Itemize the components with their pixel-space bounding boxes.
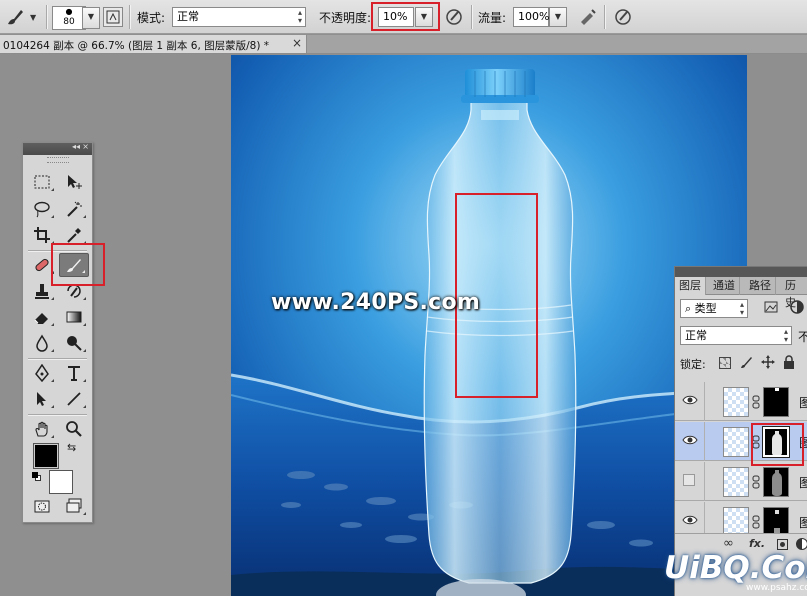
collapse-icon[interactable]: ◂◂	[72, 142, 80, 151]
close-icon[interactable]: ×	[82, 142, 89, 151]
foreground-color-swatch[interactable]	[33, 443, 59, 469]
link-icon[interactable]	[752, 395, 760, 409]
line-tool[interactable]	[59, 387, 89, 411]
uibq-logo-text: UiBQ.CoM	[664, 550, 807, 586]
background-color-swatch[interactable]	[49, 470, 73, 494]
lock-label: 锁定:	[680, 358, 706, 371]
brush-tip-icon: ●	[65, 7, 73, 16]
mode-label: 模式:	[137, 11, 166, 25]
lock-transparency-icon[interactable]	[719, 357, 731, 369]
filter-adjustment-icon[interactable]	[789, 299, 805, 315]
brush-panel-toggle-icon[interactable]	[103, 7, 123, 27]
layer-thumbnail[interactable]	[723, 387, 749, 417]
layer-opacity-label: 不	[798, 328, 807, 345]
opacity-label: 不透明度:	[319, 11, 372, 25]
tools-panel-header[interactable]: ◂◂ ×	[23, 142, 92, 155]
add-mask-icon[interactable]	[777, 539, 788, 550]
layer-mask-thumbnail[interactable]	[763, 387, 789, 417]
uibq-logo-subtext: www.psahz.com	[746, 583, 807, 593]
eye-icon[interactable]	[682, 514, 698, 526]
search-icon: ⌕	[685, 302, 692, 315]
layer-row[interactable]: 图	[675, 462, 807, 501]
layer-filter-value: 类型	[694, 302, 717, 315]
document-tab-close-icon[interactable]: ×	[292, 36, 302, 50]
link-icon[interactable]	[752, 515, 760, 529]
lock-all-icon[interactable]	[783, 355, 795, 372]
pressure-opacity-icon[interactable]	[444, 7, 464, 27]
layers-panel-header[interactable]	[675, 267, 807, 277]
marquee-tool[interactable]	[27, 170, 57, 194]
brush-tool-highlight-box	[51, 243, 105, 286]
mode-value: 正常	[177, 10, 199, 23]
tools-panel-grip[interactable]	[46, 157, 69, 163]
tab-history[interactable]: 历史	[781, 277, 807, 309]
tab-paths[interactable]: 路径	[745, 277, 776, 295]
layer-filter-select[interactable]: ⌕ 类型 ▴ ▾	[680, 299, 748, 318]
gradient-tool[interactable]	[59, 305, 89, 329]
options-bar: ▼ ● 80 ▼ 模式: 正常 ▴ ▾ 不透明度: 10% ▼ 流量: 100% …	[0, 0, 807, 34]
brush-preset-dropdown-icon[interactable]: ▼	[30, 13, 36, 22]
flow-dropdown[interactable]: ▼	[549, 7, 567, 27]
brush-size-dropdown[interactable]: ▼	[82, 7, 100, 29]
select-arrows-icon: ▴ ▾	[297, 8, 302, 25]
layer-thumbnail[interactable]	[723, 427, 749, 457]
layer-row[interactable]: 图	[675, 382, 807, 421]
flow-value: 100%	[518, 10, 550, 23]
select-arrows-icon: ▴ ▾	[783, 327, 788, 344]
brush-size-value: 80	[63, 17, 75, 27]
move-tool[interactable]	[59, 170, 89, 194]
visibility-off-box[interactable]	[683, 474, 695, 486]
link-layers-icon[interactable]: ∞	[723, 536, 734, 551]
magic-wand-tool[interactable]	[59, 197, 89, 221]
tab-layers[interactable]: 图层	[675, 277, 706, 295]
layer-mask-thumbnail[interactable]	[763, 467, 789, 497]
dodge-tool[interactable]	[59, 331, 89, 355]
tools-panel: ◂◂ × ⇆	[22, 142, 93, 523]
default-colors-icon[interactable]	[32, 472, 42, 482]
path-selection-tool[interactable]	[27, 387, 57, 411]
screen-mode-icon[interactable]	[59, 494, 89, 518]
lock-pixels-icon[interactable]	[739, 355, 753, 372]
opacity-highlight-box	[371, 2, 440, 31]
airbrush-icon[interactable]	[578, 7, 598, 27]
tab-channels[interactable]: 通道	[709, 277, 740, 295]
swap-colors-icon[interactable]: ⇆	[67, 441, 76, 454]
document-tab-title: 0104264 副本 @ 66.7% (图层 1 副本 6, 图层蒙版/8) *	[3, 40, 270, 52]
select-arrows-icon: ▴ ▾	[739, 300, 744, 317]
fx-icon[interactable]: fx.	[749, 537, 765, 550]
mode-select[interactable]: 正常 ▴ ▾	[172, 7, 306, 27]
lock-position-icon[interactable]	[761, 355, 775, 372]
lasso-tool[interactable]	[27, 197, 57, 221]
layer-name: 图	[799, 474, 807, 491]
layer-name: 图	[799, 394, 807, 411]
layers-panel-tabs: 图层 通道 路径 历史	[675, 277, 807, 309]
mask-highlight-box	[751, 423, 804, 466]
adjustment-layer-icon[interactable]	[796, 538, 807, 550]
tab-strip	[307, 35, 807, 54]
pen-tool[interactable]	[27, 361, 57, 385]
brush-preset-icon[interactable]	[4, 6, 24, 26]
eraser-tool[interactable]	[27, 305, 57, 329]
layer-name: 图	[799, 514, 807, 531]
layer-thumbnail[interactable]	[723, 467, 749, 497]
filter-pixel-icon[interactable]	[763, 299, 779, 315]
eye-icon[interactable]	[682, 434, 698, 446]
zoom-tool[interactable]	[59, 417, 89, 441]
canvas-watermark: www.240PS.com	[271, 290, 481, 315]
flow-label: 流量:	[478, 11, 507, 25]
uibq-logo: UiBQ.CoM www.psahz.com	[664, 550, 807, 593]
hand-tool[interactable]	[27, 417, 57, 441]
pressure-size-icon[interactable]	[613, 7, 633, 27]
blur-tool[interactable]	[27, 331, 57, 355]
brush-size-picker[interactable]: ● 80	[52, 6, 86, 30]
flow-input[interactable]: 100%	[513, 7, 549, 27]
quick-mask-icon[interactable]	[27, 494, 57, 518]
eye-icon[interactable]	[682, 394, 698, 406]
blend-mode-value: 正常	[685, 329, 707, 342]
link-icon[interactable]	[752, 475, 760, 489]
document-tab[interactable]: 0104264 副本 @ 66.7% (图层 1 副本 6, 图层蒙版/8) *…	[0, 35, 307, 54]
type-tool[interactable]	[59, 361, 89, 385]
blend-mode-select[interactable]: 正常 ▴ ▾	[680, 326, 792, 345]
